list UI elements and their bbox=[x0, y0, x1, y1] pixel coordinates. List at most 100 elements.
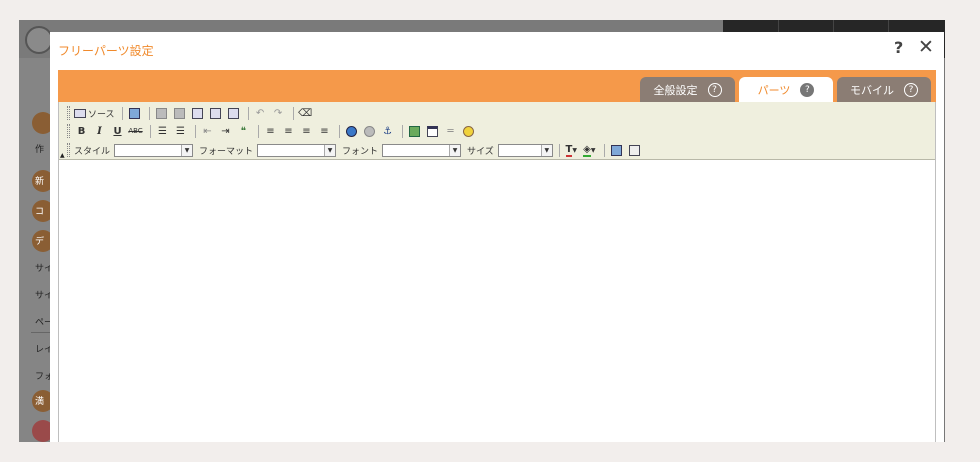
unlink-button[interactable] bbox=[362, 124, 377, 139]
toolbar-grip bbox=[67, 143, 70, 157]
tab-general-settings[interactable]: 全般設定 ? bbox=[640, 77, 735, 102]
blockquote-button[interactable]: ❝ bbox=[236, 124, 251, 139]
remove-format-button[interactable]: ⌫ bbox=[298, 106, 313, 121]
background-color-icon: ◈ bbox=[583, 143, 591, 157]
strikethrough-button[interactable]: ABC bbox=[128, 124, 143, 139]
outdent-button[interactable]: ⇤ bbox=[200, 124, 215, 139]
editor-toolbar: ソース ↶ ↷ ⌫ B I U ABC ☰ ☰ ⇤ ⇥ ❝ ≡ ≡ ≡ ≡ ⚓ … bbox=[59, 102, 935, 160]
tab-label: モバイル bbox=[850, 83, 894, 97]
blockquote-icon: ❝ bbox=[240, 125, 247, 137]
sidebar-item-1: 新 bbox=[35, 177, 45, 187]
toolbar-separator bbox=[148, 106, 150, 120]
chevron-down-icon: ▼ bbox=[540, 144, 552, 156]
anchor-button[interactable]: ⚓ bbox=[380, 124, 395, 139]
close-button[interactable]: ✕ bbox=[918, 36, 934, 58]
smiley-icon bbox=[463, 125, 474, 137]
sidebar-item-3: デ bbox=[35, 237, 45, 247]
toolbar-separator bbox=[150, 124, 151, 138]
sidebar-item-9: 満 bbox=[35, 397, 45, 407]
toolbar-grip bbox=[67, 106, 70, 120]
tab-label: 全般設定 bbox=[653, 83, 698, 97]
paste-text-button[interactable] bbox=[208, 106, 223, 121]
paste-button[interactable] bbox=[190, 106, 205, 121]
maximize-icon bbox=[610, 144, 622, 156]
outdent-icon: ⇤ bbox=[203, 125, 212, 137]
undo-button[interactable]: ↶ bbox=[253, 106, 268, 121]
free-parts-settings-dialog: フリーパーツ設定 ? ✕ 全般設定 ? パーツ ? モバイル ? ソース ↶ ↷… bbox=[50, 32, 944, 442]
image-button[interactable] bbox=[407, 124, 422, 139]
toolbar-separator bbox=[247, 106, 249, 120]
anchor-icon: ⚓ bbox=[383, 125, 392, 137]
collapse-toolbar-icon[interactable]: ▲ bbox=[60, 152, 65, 159]
maximize-button[interactable] bbox=[609, 143, 624, 158]
chevron-down-icon: ▼ bbox=[572, 146, 577, 154]
toolbar-row-2: B I U ABC ☰ ☰ ⇤ ⇥ ❝ ≡ ≡ ≡ ≡ ⚓ ═ bbox=[67, 123, 479, 139]
show-blocks-icon bbox=[628, 144, 640, 156]
tab-mobile[interactable]: モバイル ? bbox=[837, 77, 931, 102]
paste-text-icon bbox=[209, 107, 221, 119]
toolbar-separator bbox=[339, 124, 340, 138]
chevron-down-icon: ▼ bbox=[324, 144, 336, 156]
flash-icon bbox=[427, 125, 438, 137]
tab-parts[interactable]: パーツ ? bbox=[739, 77, 833, 102]
toolbar-separator bbox=[402, 124, 403, 138]
question-circle-icon[interactable]: ? bbox=[904, 82, 918, 97]
toolbar-separator bbox=[121, 106, 123, 120]
copy-icon bbox=[173, 107, 185, 119]
help-button[interactable]: ? bbox=[894, 38, 903, 57]
smiley-button[interactable] bbox=[461, 124, 476, 139]
align-right-icon: ≡ bbox=[302, 125, 311, 137]
paste-word-button[interactable] bbox=[226, 106, 241, 121]
font-label: フォント bbox=[342, 146, 379, 157]
link-button[interactable] bbox=[344, 124, 359, 139]
style-value bbox=[115, 145, 181, 156]
format-label: フォーマット bbox=[199, 146, 254, 157]
source-button[interactable]: ソース bbox=[74, 106, 115, 121]
align-center-icon: ≡ bbox=[284, 125, 293, 137]
background-color-button[interactable]: ◈ ▼ bbox=[582, 143, 597, 158]
eraser-icon: ⌫ bbox=[297, 107, 313, 119]
style-label: スタイル bbox=[74, 146, 111, 157]
size-select[interactable]: ▼ bbox=[497, 143, 553, 157]
paste-word-icon bbox=[227, 107, 239, 119]
bold-button[interactable]: B bbox=[74, 124, 89, 139]
font-select[interactable]: ▼ bbox=[382, 143, 462, 157]
format-select[interactable]: ▼ bbox=[257, 143, 337, 157]
tab-label: パーツ bbox=[757, 83, 791, 97]
flash-button[interactable] bbox=[425, 124, 440, 139]
redo-button[interactable]: ↷ bbox=[271, 106, 286, 121]
text-color-icon: T bbox=[565, 143, 573, 157]
cut-button[interactable] bbox=[154, 106, 169, 121]
horizontal-rule-button[interactable]: ═ bbox=[443, 124, 458, 139]
indent-button[interactable]: ⇥ bbox=[218, 124, 233, 139]
align-right-button[interactable]: ≡ bbox=[299, 124, 314, 139]
underline-button[interactable]: U bbox=[110, 124, 125, 139]
italic-button[interactable]: I bbox=[92, 124, 107, 139]
new-page-button[interactable] bbox=[127, 106, 142, 121]
rich-text-editor: ソース ↶ ↷ ⌫ B I U ABC ☰ ☰ ⇤ ⇥ ❝ ≡ ≡ ≡ ≡ ⚓ … bbox=[58, 102, 936, 442]
paste-icon bbox=[191, 107, 203, 119]
redo-icon: ↷ bbox=[273, 107, 283, 119]
numbered-list-button[interactable]: ☰ bbox=[155, 124, 170, 139]
question-circle-icon[interactable]: ? bbox=[707, 82, 722, 97]
bulleted-list-button[interactable]: ☰ bbox=[173, 124, 188, 139]
logo-icon bbox=[25, 26, 53, 54]
cut-icon bbox=[155, 107, 167, 119]
image-icon bbox=[409, 125, 420, 137]
text-color-button[interactable]: T ▼ bbox=[564, 143, 579, 158]
toolbar-row-1: ソース ↶ ↷ ⌫ bbox=[67, 105, 316, 121]
editor-content-area[interactable] bbox=[59, 161, 935, 442]
toolbar-row-3: スタイル ▼ フォーマット ▼ フォント ▼ サイズ ▼ T ▼ ◈ ▼ bbox=[67, 142, 645, 158]
toolbar-separator bbox=[603, 143, 605, 157]
align-left-button[interactable]: ≡ bbox=[263, 124, 278, 139]
chevron-down-icon: ▼ bbox=[181, 144, 193, 156]
align-justify-button[interactable]: ≡ bbox=[317, 124, 332, 139]
question-circle-icon[interactable]: ? bbox=[800, 82, 815, 97]
show-blocks-button[interactable] bbox=[627, 143, 642, 158]
style-select[interactable]: ▼ bbox=[114, 143, 194, 157]
size-label: サイズ bbox=[467, 146, 494, 157]
align-center-button[interactable]: ≡ bbox=[281, 124, 296, 139]
source-label: ソース bbox=[88, 109, 115, 120]
copy-button[interactable] bbox=[172, 106, 187, 121]
toolbar-separator bbox=[258, 124, 259, 138]
